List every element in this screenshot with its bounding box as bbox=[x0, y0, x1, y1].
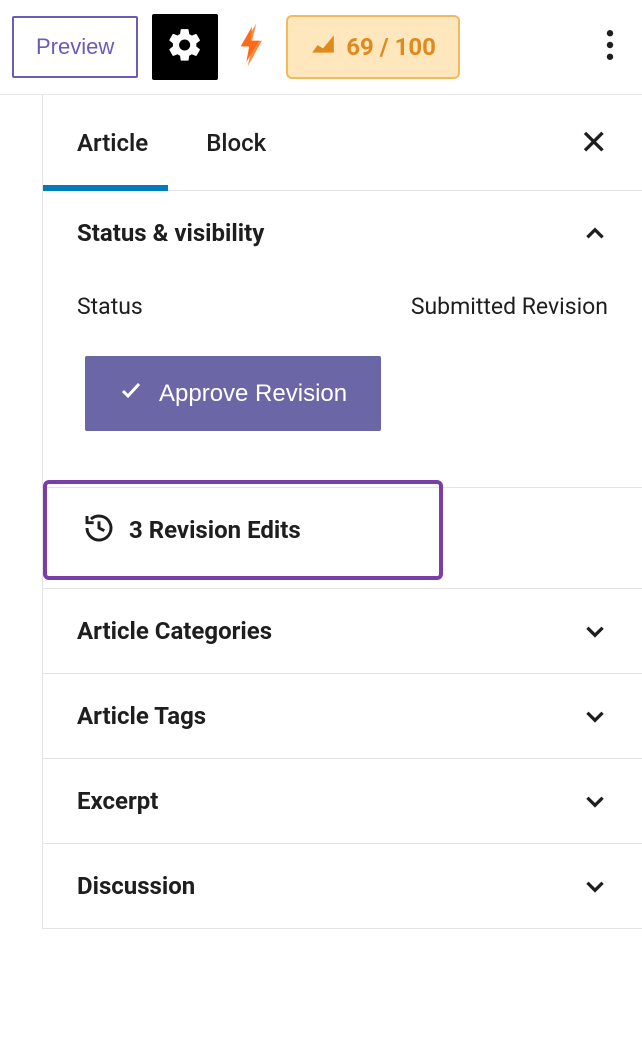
close-icon: ✕ bbox=[580, 123, 609, 163]
section-status-toggle[interactable]: Status & visibility bbox=[77, 219, 608, 247]
status-row: Status Submitted Revision bbox=[77, 293, 608, 320]
section-status-visibility: Status & visibility Status Submitted Rev… bbox=[43, 191, 642, 488]
section-revisions-wrapper: 3 Revision Edits bbox=[43, 488, 642, 588]
history-icon bbox=[83, 512, 115, 548]
bolt-icon bbox=[235, 22, 269, 72]
section-tags-toggle[interactable]: Article Tags bbox=[77, 702, 608, 730]
chevron-down-icon bbox=[582, 788, 608, 814]
section-discussion: Discussion bbox=[43, 844, 642, 929]
status-label: Status bbox=[77, 293, 143, 320]
kebab-icon bbox=[606, 30, 614, 64]
approve-label: Approve Revision bbox=[159, 380, 347, 408]
check-icon bbox=[119, 378, 143, 409]
section-article-tags: Article Tags bbox=[43, 674, 642, 759]
seo-bolt-button[interactable] bbox=[232, 24, 272, 70]
chevron-down-icon bbox=[582, 618, 608, 644]
section-excerpt-title: Excerpt bbox=[77, 787, 158, 815]
seo-score-text: 69 / 100 bbox=[346, 33, 436, 61]
section-article-categories: Article Categories bbox=[43, 588, 642, 674]
tab-article[interactable]: Article bbox=[77, 95, 148, 190]
more-options-button[interactable] bbox=[590, 27, 630, 67]
status-value: Submitted Revision bbox=[411, 293, 608, 320]
seo-score-pill[interactable]: 69 / 100 bbox=[286, 15, 460, 79]
section-discussion-toggle[interactable]: Discussion bbox=[77, 872, 608, 900]
chevron-up-icon bbox=[582, 220, 608, 246]
sidebar-tabs: Article Block ✕ bbox=[43, 95, 642, 191]
section-discussion-title: Discussion bbox=[77, 872, 195, 900]
preview-button[interactable]: Preview bbox=[12, 16, 138, 78]
tab-block[interactable]: Block bbox=[206, 95, 266, 190]
sidebar-panel: Article Block ✕ Status & visibility Stat… bbox=[42, 95, 642, 929]
section-excerpt-toggle[interactable]: Excerpt bbox=[77, 787, 608, 815]
chevron-down-icon bbox=[582, 873, 608, 899]
close-sidebar-button[interactable]: ✕ bbox=[580, 126, 609, 160]
chart-icon bbox=[310, 33, 336, 61]
revisions-label: 3 Revision Edits bbox=[129, 516, 301, 544]
section-excerpt: Excerpt bbox=[43, 759, 642, 844]
revisions-link[interactable]: 3 Revision Edits bbox=[43, 480, 443, 580]
section-categories-toggle[interactable]: Article Categories bbox=[77, 617, 608, 645]
chevron-down-icon bbox=[582, 703, 608, 729]
gear-icon bbox=[166, 26, 204, 68]
section-tags-title: Article Tags bbox=[77, 702, 206, 730]
section-status-title: Status & visibility bbox=[77, 219, 264, 247]
settings-button[interactable] bbox=[152, 14, 218, 80]
approve-revision-button[interactable]: Approve Revision bbox=[85, 356, 381, 431]
top-toolbar: Preview 69 / 100 bbox=[0, 0, 642, 95]
section-categories-title: Article Categories bbox=[77, 617, 272, 645]
